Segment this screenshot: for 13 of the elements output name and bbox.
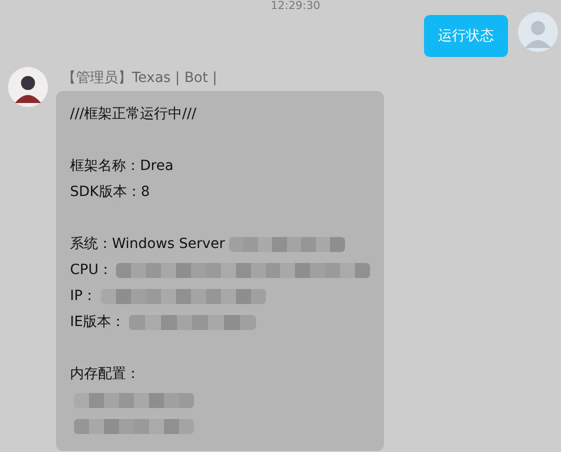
avatar-icon	[518, 12, 558, 52]
sender-name: 【管理员】Texas | Bot |	[62, 69, 218, 87]
avatar-icon	[8, 67, 48, 107]
message-line: CPU：	[70, 261, 112, 279]
message-line: 内存配置：	[70, 365, 140, 383]
message-bubble: 运行状态	[424, 15, 508, 57]
timestamp: 12:29:30	[270, 0, 322, 12]
message-line: IP：	[70, 287, 97, 305]
message-line: SDK版本：8	[70, 183, 150, 201]
message-line: IE版本：	[70, 313, 125, 331]
message-line: 框架名称：Drea	[70, 157, 174, 175]
message-line: ///框架正常运行中///	[70, 105, 196, 123]
message-line: 系统：Windows Server	[70, 235, 225, 253]
